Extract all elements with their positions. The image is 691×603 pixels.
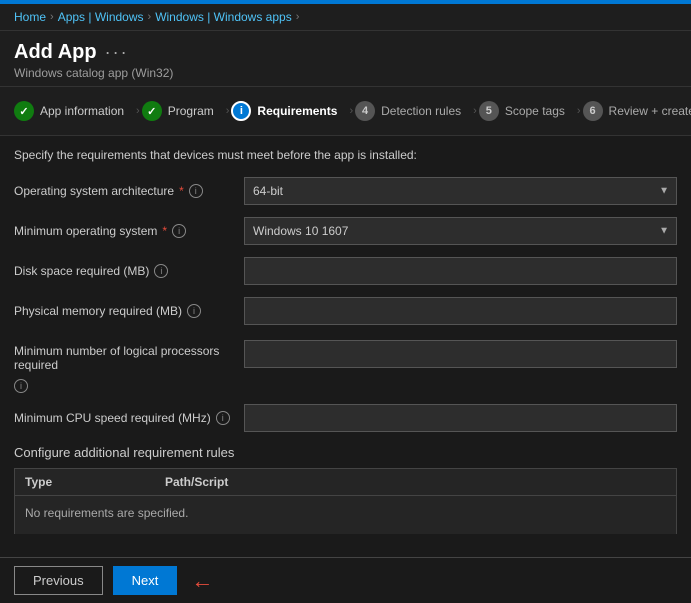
breadcrumb-sep-3: › (296, 11, 300, 23)
input-cpu-speed[interactable] (244, 404, 677, 432)
form-row-min-os: Minimum operating system * i Windows 10 … (14, 216, 677, 246)
previous-button[interactable]: Previous (14, 566, 103, 595)
input-logical-processors[interactable] (244, 340, 677, 368)
main-content: Specify the requirements that devices mu… (0, 136, 691, 534)
input-disk-space[interactable] (244, 257, 677, 285)
step-label-5: Scope tags (505, 104, 565, 118)
select-min-os[interactable]: Windows 10 1607 Windows 10 1703 Windows … (244, 217, 677, 245)
input-wrap-logical-processors (244, 340, 677, 368)
wizard-steps: ✓ App information › ✓ Program › i Requir… (0, 87, 691, 136)
breadcrumb-sep-1: › (50, 11, 54, 23)
required-marker-os-arch: * (179, 184, 184, 198)
step-program[interactable]: ✓ Program (142, 97, 224, 125)
table-header: Type Path/Script (14, 468, 677, 495)
step-label-1: App information (40, 104, 124, 118)
info-icon-os-arch[interactable]: i (189, 184, 203, 198)
label-min-os: Minimum operating system * i (14, 224, 244, 238)
select-wrap-min-os: Windows 10 1607 Windows 10 1703 Windows … (244, 217, 677, 245)
info-icon-physical-memory[interactable]: i (187, 304, 201, 318)
step-icon-5: 5 (479, 101, 499, 121)
page-header: Add App ··· Windows catalog app (Win32) (0, 31, 691, 87)
step-label-6: Review + create (609, 104, 691, 118)
step-review-create[interactable]: 6 Review + create (583, 97, 691, 125)
step-label-4: Detection rules (381, 104, 461, 118)
step-icon-2: ✓ (142, 101, 162, 121)
step-icon-1: ✓ (14, 101, 34, 121)
breadcrumb-apps-windows[interactable]: Apps | Windows (58, 10, 144, 24)
footer: Previous Next ← (0, 557, 691, 603)
input-wrap-cpu-speed (244, 404, 677, 432)
step-app-information[interactable]: ✓ App information (14, 97, 134, 125)
label-os-arch: Operating system architecture * i (14, 184, 244, 198)
input-physical-memory[interactable] (244, 297, 677, 325)
form-row-cpu-speed: Minimum CPU speed required (MHz) i (14, 403, 677, 433)
select-os-arch[interactable]: 64-bit 32-bit 32-bit and 64-bit (244, 177, 677, 205)
required-marker-min-os: * (162, 224, 167, 238)
page-title: Add App (14, 41, 97, 64)
select-wrap-os-arch: 64-bit 32-bit 32-bit and 64-bit ▼ (244, 177, 677, 205)
form-row-os-arch: Operating system architecture * i 64-bit… (14, 176, 677, 206)
info-icon-disk-space[interactable]: i (154, 264, 168, 278)
form-row-logical-processors: Minimum number of logical processors req… (14, 336, 677, 393)
step-icon-3: i (231, 101, 251, 121)
step-detection-rules[interactable]: 4 Detection rules (355, 97, 471, 125)
step-icon-6: 6 (583, 101, 603, 121)
page-subtitle: Windows catalog app (Win32) (14, 66, 677, 80)
label-physical-memory: Physical memory required (MB) i (14, 304, 244, 318)
label-cpu-speed: Minimum CPU speed required (MHz) i (14, 411, 244, 425)
step-label-3: Requirements (257, 104, 337, 118)
table-body: No requirements are specified. (14, 495, 677, 534)
step-requirements[interactable]: i Requirements (231, 97, 347, 125)
table-empty-message: No requirements are specified. (25, 506, 666, 520)
more-options-dots[interactable]: ··· (105, 42, 129, 63)
info-icon-min-os[interactable]: i (172, 224, 186, 238)
col-header-path: Path/Script (165, 475, 666, 489)
section-description: Specify the requirements that devices mu… (14, 148, 677, 162)
step-scope-tags[interactable]: 5 Scope tags (479, 97, 575, 125)
breadcrumb-sep-2: › (148, 11, 152, 23)
form-row-disk-space: Disk space required (MB) i (14, 256, 677, 286)
arrow-indicator: ← (191, 568, 213, 594)
step-label-2: Program (168, 104, 214, 118)
breadcrumb-home[interactable]: Home (14, 10, 46, 24)
info-icon-cpu-speed[interactable]: i (216, 411, 230, 425)
label-logical-processors: Minimum number of logical processors req… (14, 340, 244, 393)
label-disk-space: Disk space required (MB) i (14, 264, 244, 278)
col-header-type: Type (25, 475, 165, 489)
breadcrumb-windows-apps[interactable]: Windows | Windows apps (155, 10, 292, 24)
configure-title: Configure additional requirement rules (14, 445, 677, 460)
info-icon-logical-processors[interactable]: i (14, 379, 28, 393)
breadcrumb: Home › Apps | Windows › Windows | Window… (0, 4, 691, 31)
next-button[interactable]: Next (113, 566, 178, 595)
form-row-physical-memory: Physical memory required (MB) i (14, 296, 677, 326)
input-wrap-physical-memory (244, 297, 677, 325)
input-wrap-disk-space (244, 257, 677, 285)
step-icon-4: 4 (355, 101, 375, 121)
